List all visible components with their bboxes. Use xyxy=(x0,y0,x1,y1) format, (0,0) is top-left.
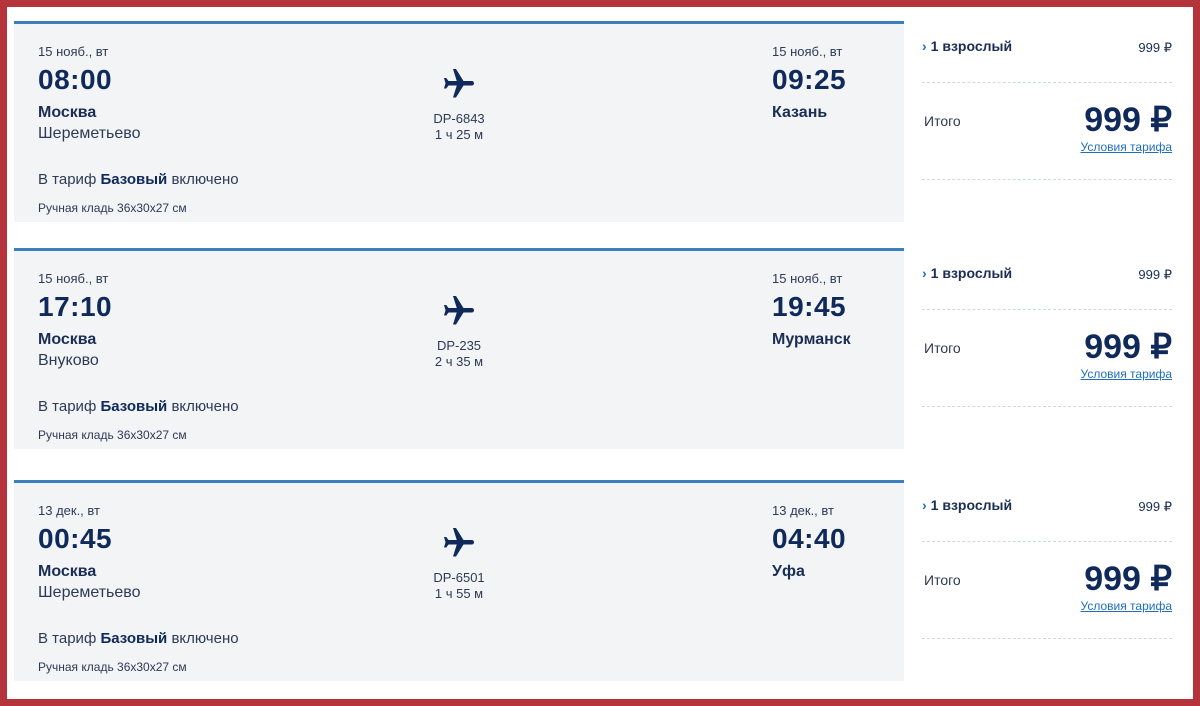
arrival-time: 19:45 xyxy=(772,291,847,322)
tariff-prefix: В тариф xyxy=(38,398,97,415)
divider xyxy=(922,638,1172,639)
passenger-price: 999 ₽ xyxy=(1138,40,1172,55)
departure-date: 13 дек., вт xyxy=(38,503,100,518)
divider xyxy=(922,309,1172,310)
total-price: 999 ₽ xyxy=(1084,560,1172,598)
tariff-prefix: В тариф xyxy=(38,630,97,647)
passenger-toggle[interactable]: › 1 взрослый xyxy=(922,38,1012,54)
tariff-name: Базовый xyxy=(100,171,168,188)
tariff-name: Базовый xyxy=(100,630,168,647)
price-panel: › 1 взрослый 999 ₽ Итого 999 ₽ Условия та… xyxy=(922,38,1172,208)
divider xyxy=(922,541,1172,542)
chevron-right-icon: › xyxy=(922,497,927,513)
passenger-price: 999 ₽ xyxy=(1138,267,1172,282)
flight-duration: 2 ч 35 м xyxy=(434,354,484,369)
departure-time: 08:00 xyxy=(38,64,113,95)
arrival-time: 09:25 xyxy=(772,64,847,95)
arrival-city: Мурманск xyxy=(772,331,851,348)
tariff-suffix: включено xyxy=(171,630,239,647)
total-label: Итого xyxy=(924,113,961,129)
departure-airport: Внуково xyxy=(38,352,99,369)
baggage-info: Ручная кладь 36х30х27 см xyxy=(38,428,187,442)
departure-date: 15 нояб., вт xyxy=(38,271,109,286)
tariff-info: В тариф Базовый включено xyxy=(38,630,239,647)
baggage-info: Ручная кладь 36х30х27 см xyxy=(38,660,187,674)
price-panel: › 1 взрослый 999 ₽ Итого 999 ₽ Условия та… xyxy=(922,497,1172,667)
departure-time: 00:45 xyxy=(38,523,113,554)
arrival-date: 13 дек., вт xyxy=(772,503,834,518)
total-price: 999 ₽ xyxy=(1084,328,1172,366)
chevron-right-icon: › xyxy=(922,265,927,281)
flight-duration: 1 ч 25 м xyxy=(434,127,484,142)
flight-number: DP-235 xyxy=(436,338,482,353)
flight-duration: 1 ч 55 м xyxy=(434,586,484,601)
arrival-time: 04:40 xyxy=(772,523,847,554)
passenger-label: 1 взрослый xyxy=(930,265,1013,281)
passenger-label: 1 взрослый xyxy=(930,38,1013,54)
airplane-icon xyxy=(444,69,474,98)
departure-city: Москва xyxy=(38,104,97,121)
divider xyxy=(922,82,1172,83)
passenger-label: 1 взрослый xyxy=(930,497,1013,513)
divider xyxy=(922,406,1172,407)
flight-number: DP-6501 xyxy=(433,570,485,585)
tariff-terms-link[interactable]: Условия тарифа xyxy=(1081,367,1173,381)
arrival-date: 15 нояб., вт xyxy=(772,44,843,59)
total-price: 999 ₽ xyxy=(1084,101,1172,139)
tariff-name: Базовый xyxy=(100,398,168,415)
flight-number: DP-6843 xyxy=(433,111,485,126)
departure-airport: Шереметьево xyxy=(38,584,141,601)
departure-airport: Шереметьево xyxy=(38,125,141,142)
airplane-icon xyxy=(444,528,474,557)
arrival-date: 15 нояб., вт xyxy=(772,271,843,286)
flight-card[interactable]: 15 нояб., вт 08:00 Москва Шереметьево DP… xyxy=(14,21,904,222)
flight-card[interactable]: 15 нояб., вт 17:10 Москва Внуково DP-235… xyxy=(14,248,904,449)
divider xyxy=(922,179,1172,180)
tariff-suffix: включено xyxy=(171,398,239,415)
total-label: Итого xyxy=(924,572,961,588)
price-panel: › 1 взрослый 999 ₽ Итого 999 ₽ Условия та… xyxy=(922,265,1172,435)
departure-city: Москва xyxy=(38,563,97,580)
arrival-city: Уфа xyxy=(772,563,805,580)
tariff-info: В тариф Базовый включено xyxy=(38,171,239,188)
baggage-info: Ручная кладь 36х30х27 см xyxy=(38,201,187,215)
passenger-toggle[interactable]: › 1 взрослый xyxy=(922,265,1012,281)
departure-date: 15 нояб., вт xyxy=(38,44,109,59)
passenger-price: 999 ₽ xyxy=(1138,499,1172,514)
passenger-toggle[interactable]: › 1 взрослый xyxy=(922,497,1012,513)
departure-time: 17:10 xyxy=(38,291,113,322)
tariff-prefix: В тариф xyxy=(38,171,97,188)
tariff-info: В тариф Базовый включено xyxy=(38,398,239,415)
tariff-suffix: включено xyxy=(171,171,239,188)
flight-card[interactable]: 13 дек., вт 00:45 Москва Шереметьево DP-… xyxy=(14,480,904,681)
arrival-city: Казань xyxy=(772,104,828,121)
departure-city: Москва xyxy=(38,331,97,348)
total-label: Итого xyxy=(924,340,961,356)
chevron-right-icon: › xyxy=(922,38,927,54)
airplane-icon xyxy=(444,296,474,325)
tariff-terms-link[interactable]: Условия тарифа xyxy=(1081,140,1173,154)
tariff-terms-link[interactable]: Условия тарифа xyxy=(1081,599,1173,613)
